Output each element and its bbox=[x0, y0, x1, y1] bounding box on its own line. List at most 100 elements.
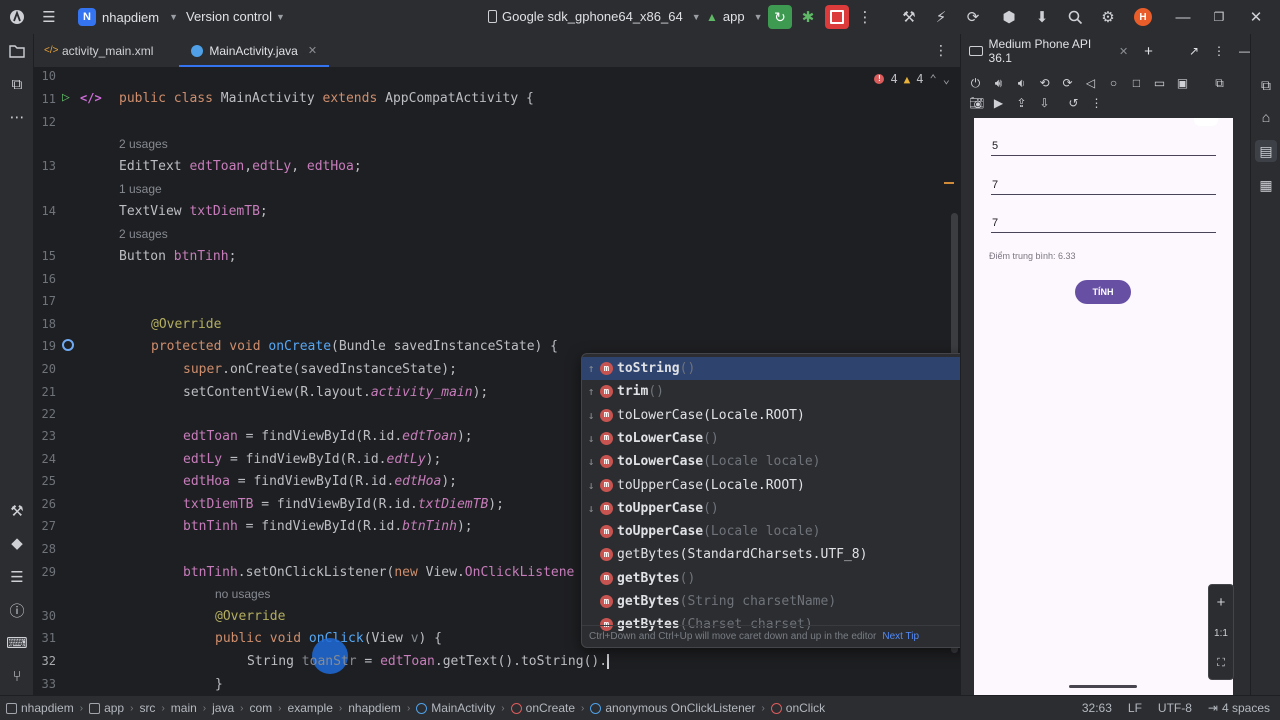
breadcrumb-item[interactable]: com bbox=[250, 701, 273, 715]
terminal-icon[interactable]: ⌨ bbox=[6, 632, 28, 654]
structure-icon[interactable]: ⧉ bbox=[6, 73, 28, 95]
gear-icon[interactable]: ⚙ bbox=[1097, 6, 1119, 28]
breadcrumb-item[interactable]: onClick bbox=[786, 701, 825, 715]
tab-activity-main-xml[interactable]: </> activity_main.xml bbox=[34, 34, 165, 67]
build-variants-icon[interactable]: ⚒ bbox=[6, 500, 28, 522]
tinh-button[interactable]: TÍNH bbox=[1075, 280, 1131, 304]
breadcrumb-item[interactable]: onCreate bbox=[526, 701, 575, 715]
close-tab-icon[interactable]: ✕ bbox=[308, 44, 317, 57]
logcat-icon[interactable]: ☰ bbox=[6, 566, 28, 588]
close-icon[interactable]: ✕ bbox=[1245, 6, 1267, 28]
sdk-manager-icon[interactable]: ⬇ bbox=[1031, 6, 1053, 28]
vcs-selector[interactable]: Version control ▼ bbox=[186, 9, 285, 24]
rotate-left-icon[interactable]: ⟲ bbox=[1038, 76, 1051, 91]
push-icon[interactable]: ⇪ bbox=[1015, 96, 1028, 110]
device-selector[interactable]: Google sdk_gphone64_x86_64 ▼ bbox=[488, 9, 701, 24]
usages-hint[interactable]: no usages bbox=[215, 587, 270, 601]
mirror-icon[interactable]: ▣ bbox=[1176, 76, 1189, 91]
indent-setting[interactable]: ⇥ 4 spaces bbox=[1208, 701, 1270, 715]
extended-controls-icon[interactable]: ⧉ bbox=[1213, 76, 1226, 91]
edt-ly-field[interactable]: 7 bbox=[992, 179, 998, 191]
history-icon[interactable]: ↺ bbox=[1067, 96, 1080, 110]
more-actions-icon[interactable]: ⋮ bbox=[854, 6, 876, 28]
volume-up-icon[interactable]: 🔊︎ bbox=[992, 76, 1005, 91]
git-icon[interactable]: ⑂ bbox=[6, 665, 28, 687]
open-external-icon[interactable]: ↗ bbox=[1189, 44, 1199, 58]
back-icon[interactable]: ◁ bbox=[1084, 76, 1097, 91]
build-icon[interactable]: ⚒ bbox=[898, 6, 920, 28]
zoom-level[interactable]: 1:1 bbox=[1214, 628, 1228, 639]
edt-hoa-field[interactable]: 7 bbox=[992, 217, 998, 229]
screenshot-icon[interactable]: 📷︎ bbox=[969, 96, 984, 110]
line-number: 32 bbox=[41, 654, 56, 668]
android-studio-logo-icon[interactable] bbox=[6, 6, 28, 28]
emulator-screen[interactable]: 5 7 7 Điểm trung bình: 6.33 TÍNH bbox=[974, 118, 1233, 695]
zoom-in-icon[interactable]: + bbox=[1217, 594, 1226, 611]
next-tip-link[interactable]: Next Tip bbox=[882, 631, 919, 642]
power-icon[interactable]: ⏻ bbox=[969, 76, 982, 91]
code-gutter-icon[interactable]: </> bbox=[80, 91, 102, 105]
problems-icon[interactable]: ⓘ bbox=[6, 599, 28, 621]
device-explorer-icon[interactable]: ▦ bbox=[1255, 174, 1277, 196]
avatar[interactable]: H bbox=[1134, 8, 1152, 26]
error-stripe-mark[interactable] bbox=[944, 182, 954, 184]
rotate-right-icon[interactable]: ⟳ bbox=[1061, 76, 1074, 91]
breadcrumb-item[interactable]: anonymous OnClickListener bbox=[605, 701, 755, 715]
home-indicator[interactable] bbox=[1069, 685, 1137, 688]
running-devices-icon[interactable]: ▤ bbox=[1255, 140, 1277, 162]
rerun-button[interactable]: ↻ bbox=[768, 5, 792, 29]
volume-down-icon[interactable]: 🔉︎ bbox=[1015, 76, 1028, 91]
apply-changes-icon[interactable]: ⚡ bbox=[930, 6, 952, 28]
line-separator[interactable]: LF bbox=[1128, 701, 1142, 715]
more-options-icon[interactable]: ⋮ bbox=[1090, 96, 1103, 110]
edt-toan-field[interactable]: 5 bbox=[992, 140, 998, 152]
run-gutter-icon[interactable]: ▷ bbox=[62, 90, 70, 105]
breadcrumb-item[interactable]: nhapdiem bbox=[21, 701, 74, 715]
gradle-icon[interactable]: ⌂ bbox=[1255, 106, 1277, 128]
more-options-icon[interactable]: ⋮ bbox=[1213, 44, 1225, 58]
override-gutter-icon[interactable] bbox=[62, 339, 74, 351]
file-encoding[interactable]: UTF-8 bbox=[1158, 701, 1192, 715]
breadcrumb-item[interactable]: nhapdiem bbox=[348, 701, 401, 715]
usages-hint[interactable]: 1 usage bbox=[119, 182, 162, 196]
search-icon[interactable] bbox=[1064, 6, 1086, 28]
download-icon[interactable]: ⇩ bbox=[1038, 96, 1051, 110]
tab-main-activity-java[interactable]: MainActivity.java ✕ bbox=[179, 34, 329, 67]
chevron-up-icon[interactable]: ⌃ bbox=[930, 72, 937, 86]
fit-screen-icon[interactable]: ⛶ bbox=[1217, 657, 1225, 670]
run-config-selector[interactable]: ▲ app ▼ bbox=[706, 9, 763, 24]
overview-icon[interactable]: □ bbox=[1130, 76, 1143, 91]
line-number: 18 bbox=[41, 317, 56, 331]
gem-icon[interactable]: ◆ bbox=[6, 532, 28, 554]
device-tab[interactable]: Medium Phone API 36.1 ✕ + ↗ ⋮ — bbox=[961, 34, 1251, 68]
device-manager-icon[interactable]: ⬢ bbox=[998, 6, 1020, 28]
breadcrumb-item[interactable]: main bbox=[171, 701, 197, 715]
home-icon[interactable]: ○ bbox=[1107, 76, 1120, 91]
sync-icon[interactable]: ⟳ bbox=[962, 6, 984, 28]
debug-icon[interactable]: ✱ bbox=[797, 6, 819, 28]
inspection-indicator[interactable]: ! 4 ▲ 4 ⌃ ⌄ bbox=[874, 72, 950, 86]
chevron-down-icon[interactable]: ⌄ bbox=[943, 72, 950, 86]
breadcrumb-item[interactable]: src bbox=[139, 701, 155, 715]
fold-icon[interactable]: ▭ bbox=[1153, 76, 1166, 91]
usages-hint[interactable]: 2 usages bbox=[119, 137, 168, 151]
text-caret bbox=[607, 654, 610, 669]
folder-icon[interactable] bbox=[6, 40, 28, 62]
breadcrumb-item[interactable]: app bbox=[104, 701, 124, 715]
breadcrumb-item[interactable]: java bbox=[212, 701, 234, 715]
minimize-icon[interactable]: — bbox=[1172, 6, 1194, 28]
breadcrumb-item[interactable]: example bbox=[288, 701, 333, 715]
tabs-more-icon[interactable]: ⋮ bbox=[934, 42, 948, 59]
screen-record-icon[interactable]: ▶ bbox=[992, 96, 1005, 110]
stop-button[interactable] bbox=[825, 5, 849, 29]
add-device-icon[interactable]: + bbox=[1144, 43, 1153, 60]
restore-icon[interactable]: ❐ bbox=[1208, 6, 1230, 28]
notifications-icon[interactable]: ⧉ bbox=[1255, 74, 1277, 96]
close-tab-icon[interactable]: ✕ bbox=[1119, 45, 1128, 58]
main-menu-icon[interactable]: ☰ bbox=[38, 6, 60, 28]
caret-position[interactable]: 32:63 bbox=[1082, 701, 1112, 715]
project-selector[interactable]: N nhapdiem ▼ bbox=[78, 8, 178, 26]
more-tools-icon[interactable]: ⋯ bbox=[6, 106, 28, 128]
usages-hint[interactable]: 2 usages bbox=[119, 227, 168, 241]
breadcrumb-item[interactable]: MainActivity bbox=[431, 701, 495, 715]
